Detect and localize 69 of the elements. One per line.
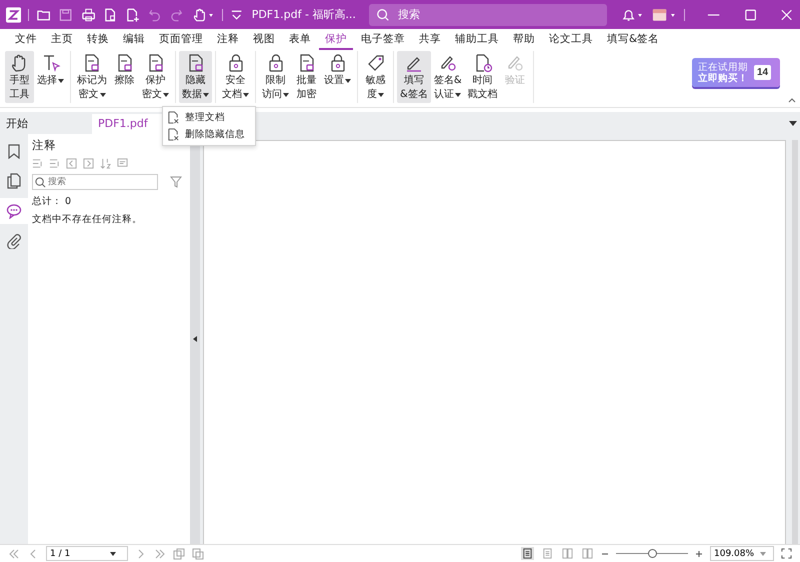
single-page-icon: [522, 548, 533, 559]
menu-tab[interactable]: 编辑: [117, 30, 151, 50]
caret-icon: [760, 552, 766, 556]
menu-tab[interactable]: 共享: [413, 30, 447, 50]
menu-tab[interactable]: 转换: [81, 30, 115, 50]
menu-tab[interactable]: 页面管理: [153, 30, 209, 50]
pages-icon: [6, 173, 22, 189]
ribbon-button[interactable]: 选择: [34, 51, 67, 103]
days-left-badge: 14: [754, 65, 772, 80]
comment-icon: [6, 203, 22, 219]
document-x-icon: [167, 111, 180, 124]
new-document-icon[interactable]: [125, 6, 140, 22]
maximize-icon[interactable]: [742, 6, 758, 22]
tag-icon: [366, 53, 386, 73]
menu-tab[interactable]: 电子签章: [355, 30, 411, 50]
menu-tab[interactable]: 保护: [319, 30, 353, 50]
ribbon-button[interactable]: 填写 &签名: [397, 51, 431, 103]
save-icon[interactable]: [58, 6, 74, 22]
bookmark-icon: [6, 143, 22, 159]
print-icon[interactable]: [80, 6, 96, 22]
view-mode-button[interactable]: [521, 547, 534, 560]
ribbon-button[interactable]: 设置: [321, 51, 354, 103]
two-page-icon: [582, 548, 593, 559]
app-logo-icon: [6, 6, 22, 22]
search-field[interactable]: 搜索: [368, 4, 607, 26]
search-input[interactable]: 搜索: [396, 7, 600, 22]
two-page-icon: [562, 548, 573, 559]
panel-title: 注释: [32, 138, 57, 153]
menu-tab[interactable]: 帮助: [507, 30, 541, 50]
page-number-field[interactable]: 1 / 1: [46, 546, 128, 561]
empty-message: 文档中不存在任何注释。: [32, 213, 143, 226]
paperclip-icon: [6, 233, 22, 249]
menu-tab[interactable]: 文件: [9, 30, 43, 50]
zoom-in-icon[interactable]: [695, 550, 703, 558]
menu-tab[interactable]: 主页: [45, 30, 79, 50]
ribbon-button[interactable]: 限制 访问: [259, 51, 292, 103]
sidebar-tab[interactable]: [0, 198, 28, 224]
document-x-icon: [167, 128, 180, 141]
menu-tab[interactable]: 论文工具: [543, 30, 599, 50]
search-icon: [35, 176, 46, 188]
ribbon-button[interactable]: 隐藏 数据: [179, 51, 212, 103]
menu-tab[interactable]: 视图: [247, 30, 281, 50]
zoom-field[interactable]: 109.08%: [710, 546, 774, 561]
ribbon-button[interactable]: 标记为 密文: [74, 51, 110, 103]
ribbon-button[interactable]: 时间 戳文档: [464, 51, 501, 103]
collapse-ribbon-icon[interactable]: [788, 97, 796, 103]
menu-tab[interactable]: 注释: [211, 30, 245, 50]
ribbon-button[interactable]: 安全 文档: [219, 51, 252, 103]
ribbon-button[interactable]: 保护 密文: [139, 51, 172, 103]
search-icon: [376, 8, 390, 22]
ribbon-button[interactable]: 批量 加密: [292, 51, 321, 103]
slider-thumb[interactable]: [648, 549, 657, 558]
document-tab[interactable]: 开始: [0, 114, 86, 134]
menu-tab[interactable]: 填写&签名: [601, 30, 666, 50]
ribbon-button[interactable]: 签名& 认证: [430, 51, 465, 103]
hand-icon[interactable]: [192, 6, 215, 22]
total-count: 总计： 0: [32, 195, 72, 208]
caret-icon: [110, 552, 116, 556]
ribbon-button[interactable]: 敏感 度: [361, 51, 390, 103]
scroll-bar[interactable]: [792, 140, 798, 544]
caret-icon[interactable]: [789, 120, 797, 126]
single-page-icon: [542, 548, 553, 559]
menu-tab[interactable]: 表单: [283, 30, 317, 50]
filter-icon[interactable]: [170, 176, 182, 188]
ribbon-button[interactable]: 手型 工具: [5, 51, 34, 103]
ribbon-button[interactable]: 擦除: [110, 51, 139, 103]
menu-tab[interactable]: 辅助工具: [449, 30, 505, 50]
fullscreen-icon[interactable]: [781, 548, 792, 559]
window-title: PDF1.pdf - 福昕高...: [252, 7, 356, 22]
